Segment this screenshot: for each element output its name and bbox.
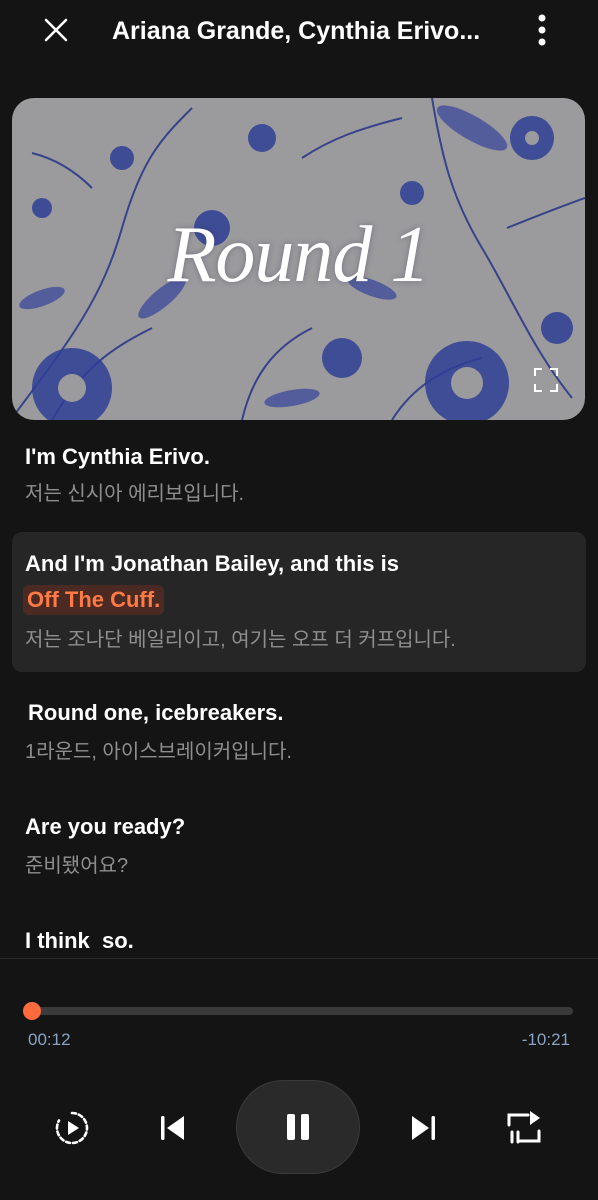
pause-button[interactable] bbox=[236, 1080, 360, 1174]
highlighted-phrase[interactable]: Off The Cuff. bbox=[23, 585, 165, 615]
transcript-line-active[interactable]: And I'm Jonathan Bailey, and this is Off… bbox=[12, 532, 586, 672]
skip-previous-icon bbox=[161, 1116, 184, 1140]
elapsed-time: 00:12 bbox=[28, 1030, 71, 1049]
transcript-line[interactable]: I think so. bbox=[12, 920, 586, 958]
page-title: Ariana Grande, Cynthia Erivo... bbox=[112, 17, 481, 45]
progress-bar[interactable] bbox=[23, 1002, 573, 1020]
video-title: Round 1 bbox=[167, 211, 431, 299]
previous-button[interactable] bbox=[152, 1108, 192, 1148]
transcript-list[interactable]: I'm Cynthia Erivo. 저는 신시아 에리보입니다. And I'… bbox=[0, 430, 598, 958]
skip-next-icon bbox=[412, 1116, 435, 1140]
english-text: Are you ready? bbox=[25, 814, 186, 839]
english-text: Round one, icebreakers. bbox=[28, 700, 284, 725]
english-text: I think so. bbox=[25, 928, 134, 953]
progress-thumb[interactable] bbox=[23, 1002, 41, 1020]
fullscreen-button[interactable] bbox=[532, 366, 560, 394]
english-text: And I'm Jonathan Bailey, and this is bbox=[25, 551, 399, 576]
transcript-line[interactable]: Round one, icebreakers. 1라운드, 아이스브레이커입니다… bbox=[12, 692, 586, 782]
subtitle-mode-button[interactable] bbox=[502, 1106, 546, 1150]
divider bbox=[0, 958, 598, 959]
transcript-line[interactable]: I'm Cynthia Erivo. 저는 신시아 에리보입니다. bbox=[12, 430, 586, 524]
fullscreen-icon bbox=[534, 368, 558, 392]
korean-translation: 저는 조나단 베일리이고, 여기는 오프 더 커프입니다. bbox=[25, 629, 456, 651]
header-bar: Ariana Grande, Cynthia Erivo... bbox=[0, 0, 598, 64]
playback-speed-button[interactable] bbox=[52, 1108, 92, 1148]
subtitle-mode-icon bbox=[507, 1111, 541, 1144]
korean-translation: 1라운드, 아이스브레이커입니다. bbox=[25, 741, 292, 763]
playback-speed-icon bbox=[55, 1111, 89, 1145]
close-button[interactable] bbox=[38, 12, 74, 48]
pause-icon bbox=[287, 1114, 309, 1140]
remaining-time: -10:21 bbox=[521, 1030, 570, 1049]
more-vertical-icon bbox=[538, 14, 546, 46]
more-options-button[interactable] bbox=[526, 10, 558, 50]
close-icon bbox=[44, 18, 68, 42]
transcript-line[interactable]: Are you ready? 준비됐어요? bbox=[12, 806, 586, 896]
next-button[interactable] bbox=[404, 1108, 444, 1148]
english-text-highlight: Off The Cuff. bbox=[23, 585, 165, 615]
video-player[interactable]: Round 1 bbox=[12, 98, 585, 420]
english-text: I'm Cynthia Erivo. bbox=[25, 444, 210, 469]
korean-translation: 저는 신시아 에리보입니다. bbox=[25, 483, 245, 505]
korean-translation: 준비됐어요? bbox=[25, 855, 129, 877]
